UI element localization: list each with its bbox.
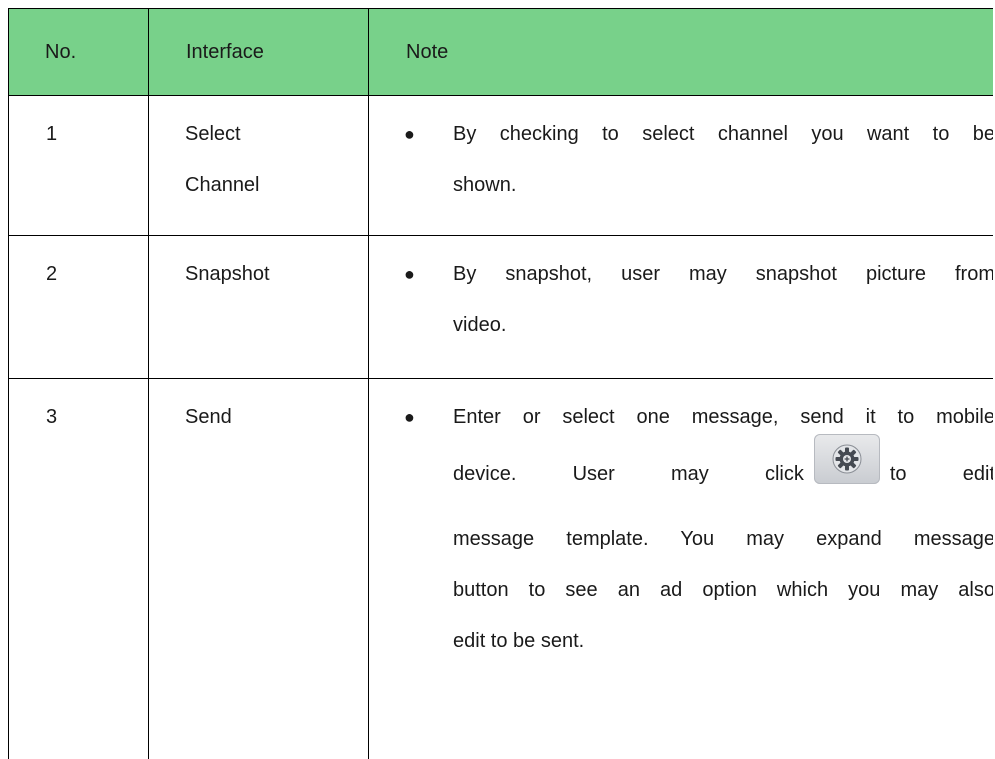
note-bullet-item: ● By checking to select channel you want… bbox=[369, 109, 993, 211]
note-bullet-item: ● By snapshot, user may snapshot picture… bbox=[369, 249, 993, 351]
interface-name: Snapshot bbox=[148, 235, 369, 379]
table-row: 3 Send ● Enter or select one message, se… bbox=[8, 378, 993, 759]
bullet-icon: ● bbox=[404, 264, 415, 284]
bullet-icon: ● bbox=[404, 124, 415, 144]
gear-icon-graphic bbox=[832, 444, 862, 474]
interface-name-line: Snapshot bbox=[185, 263, 270, 285]
header-interface: Interface bbox=[148, 8, 369, 96]
settings-gear-icon bbox=[813, 434, 880, 484]
note-line: edit to be sent. bbox=[453, 630, 585, 652]
interface-name-line: Select bbox=[185, 123, 241, 145]
row-number: 1 bbox=[8, 95, 149, 236]
note-line: message template. You may expand message bbox=[453, 528, 993, 550]
row-number: 2 bbox=[8, 235, 149, 379]
note-cell: ● By snapshot, user may snapshot picture… bbox=[368, 235, 993, 379]
document-table-container: No. Interface Note 1 Select Channel ● By… bbox=[8, 8, 993, 759]
note-line: video. bbox=[453, 314, 507, 336]
bullet-icon: ● bbox=[404, 407, 415, 427]
row-number: 3 bbox=[8, 378, 149, 759]
note-cell: ● By checking to select channel you want… bbox=[368, 95, 993, 236]
note-text: device. User may click bbox=[453, 463, 804, 485]
interface-name-line: Send bbox=[185, 406, 232, 428]
interface-name-line: Channel bbox=[185, 174, 260, 196]
note-line: By checking to select channel you want t… bbox=[453, 123, 993, 145]
interface-name: Send bbox=[148, 378, 369, 759]
note-text: to edit bbox=[889, 463, 993, 485]
header-no: No. bbox=[8, 8, 149, 96]
note-line: button to see an ad option which you may… bbox=[453, 579, 993, 601]
note-line: By snapshot, user may snapshot picture f… bbox=[453, 263, 993, 285]
note-line-with-icon: device. User may click to edit bbox=[453, 434, 993, 514]
header-note: Note bbox=[368, 8, 993, 96]
interface-table: No. Interface Note 1 Select Channel ● By… bbox=[8, 8, 993, 759]
note-line: shown. bbox=[453, 174, 517, 196]
table-row: 1 Select Channel ● By checking to select… bbox=[8, 95, 993, 236]
table-header-row: No. Interface Note bbox=[8, 8, 993, 96]
note-cell: ● Enter or select one message, send it t… bbox=[368, 378, 993, 759]
table-row: 2 Snapshot ● By snapshot, user may snaps… bbox=[8, 235, 993, 379]
note-bullet-item: ● Enter or select one message, send it t… bbox=[369, 392, 993, 667]
interface-name: Select Channel bbox=[148, 95, 369, 236]
